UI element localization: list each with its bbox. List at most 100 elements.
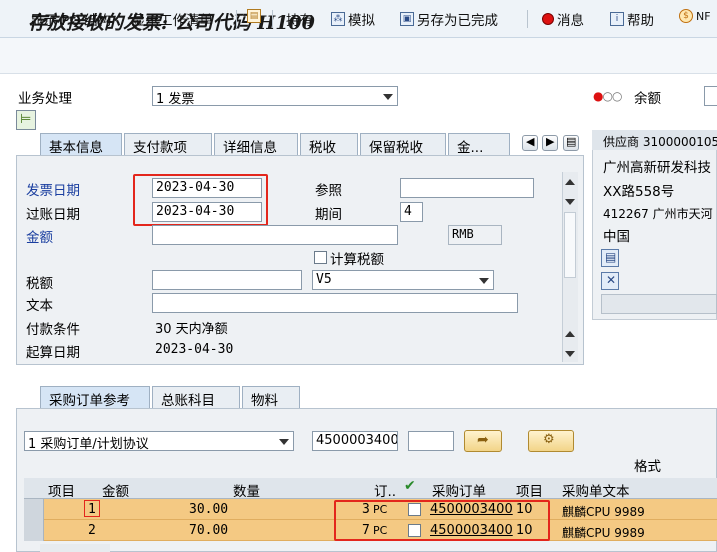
tab-tax-label: 税收 [309,140,336,156]
po-number-value: 4500003400 [316,433,398,448]
messages-button[interactable]: 消息 [542,9,584,29]
vendor-horizontal-scrollbar[interactable] [601,294,717,314]
layout-label: 格式 [634,459,661,475]
po-item-field[interactable] [408,431,454,451]
row-selectors[interactable] [24,499,44,541]
calc-tax-label: 计算税额 [330,252,384,268]
payment-terms-value: 30 天内净额 [155,322,228,337]
tab-list-button[interactable]: ▤ [563,135,579,151]
col-select-header[interactable]: ✔ [404,478,422,496]
nf-label: NF [696,9,711,23]
vendor-close-button[interactable]: ✕ [601,272,619,290]
col-item-header[interactable]: 项目 [48,480,75,500]
scroll-up-icon[interactable] [565,179,575,185]
show-po-structure-button[interactable]: 显示 PO 结构 [30,9,111,29]
scroll-down-icon[interactable] [565,351,575,357]
selection-icon: ⚙ [543,432,555,447]
po-type-select[interactable]: 1 采购订单/计划协议 [24,431,294,451]
scroll-up-icon[interactable] [565,331,575,337]
text-field[interactable] [152,293,518,313]
reference-field[interactable] [400,178,534,198]
highlight-box [84,500,100,517]
toolbar-divider [527,10,528,28]
tab-amount-more[interactable]: 金... [448,133,510,156]
tab-gl-account[interactable]: 总账科目 [152,386,240,409]
checkmark-icon: ✔ [404,478,416,494]
help-button[interactable]: i 帮助 [610,9,654,29]
grid-horizontal-scrollbar[interactable] [40,544,110,552]
clipboard-icon: ▤ [247,9,261,23]
posting-date-label: 过账日期 [26,207,80,223]
arrow-right-icon: ▶ [546,135,555,148]
col-quantity-header[interactable]: 数量 [233,480,260,500]
simulate-button[interactable]: ⁂ 模拟 [331,9,375,29]
payment-terms-label: 付款条件 [26,322,80,338]
tree-toggle-button[interactable]: ⊨ [16,110,36,130]
show-worklist-button[interactable]: 显示工作清单 [132,9,213,29]
tab-po-reference[interactable]: 采购订单参考 [40,386,150,409]
save-as-complete-button[interactable]: ▣ 另存为已完成 [400,9,498,29]
vendor-list-button[interactable]: ▤ [601,249,619,267]
scroll-thumb[interactable] [564,212,576,278]
tab-basic-data-label: 基本信息 [49,140,103,156]
col-po-text-header[interactable]: 采购单文本 [562,480,630,500]
transfer-button[interactable]: ➦ [464,430,502,452]
currency-field: RMB [448,225,502,245]
row1-amount[interactable]: 30.00 [189,502,228,517]
col-order-qty-header[interactable]: 订.. [374,480,396,500]
balance-field[interactable] [704,86,717,106]
tab-details[interactable]: 详细信息 [214,133,298,156]
vendor-country: 中国 [603,229,630,245]
tab-material-label: 物料 [251,393,278,409]
baseline-date-label: 起算日期 [26,345,80,361]
period-value: 4 [404,204,412,219]
tax-code-value: V5 [316,272,332,287]
col-po-item-header[interactable]: 项目 [516,480,543,500]
period-label: 期间 [315,207,342,223]
show-worklist-label: 显示工作清单 [132,13,213,29]
tax-amount-field[interactable] [152,270,302,290]
close-icon: ✕ [606,273,617,287]
period-field[interactable]: 4 [400,202,423,222]
save-icon: ▣ [400,12,414,26]
row2-amount[interactable]: 70.00 [189,523,228,538]
calc-tax-checkbox[interactable] [314,251,327,264]
vendor-city: 412267 广州市天河 [603,207,713,221]
row2-item: 2 [88,523,96,538]
clipboard-icon-button[interactable]: ▤ [247,9,261,23]
invoice-date-label: 发票日期 [26,183,80,199]
scroll-down-icon[interactable] [565,199,575,205]
row2-po-text: 麒麟CPU 9989 [562,526,645,540]
help-icon: i [610,12,624,26]
tab-po-reference-label: 采购订单参考 [49,393,130,409]
tax-code-select[interactable]: V5 [312,270,494,290]
help-label: 帮助 [627,13,654,29]
po-number-field[interactable]: 4500003400 [312,431,398,451]
row1-po-text: 麒麟CPU 9989 [562,505,645,519]
tab-scroll-left-button[interactable]: ◀ [522,135,538,151]
tab-withholding-tax[interactable]: 保留税收 [360,133,446,156]
tab-details-label: 详细信息 [223,140,277,156]
traffic-light-icon: ●○○ [593,89,622,103]
tab-payment[interactable]: 支付款项 [124,133,212,156]
balance-label: 余额 [634,91,661,107]
tab-list-icon: ▤ [566,135,577,148]
tab-material[interactable]: 物料 [242,386,300,409]
text-label: 文本 [26,298,53,314]
highlight-box [133,174,268,226]
col-po-header[interactable]: 采购订单 [432,480,486,500]
transaction-select[interactable]: 1 发票 [152,86,398,106]
further-selection-button[interactable]: ⚙ [528,430,574,452]
amount-field[interactable] [152,225,398,245]
hold-button[interactable]: 持有 [286,9,313,29]
nf-button[interactable]: $ NF [679,9,711,23]
toolbar-divider [272,10,273,28]
tab-scroll-right-button[interactable]: ▶ [542,135,558,151]
currency-value: RMB [452,227,474,241]
tab-tax[interactable]: 税收 [300,133,358,156]
col-amount-header[interactable]: 金额 [102,480,129,500]
highlight-box [334,500,550,541]
tab-basic-data[interactable]: 基本信息 [40,133,122,156]
amount-label: 金额 [26,230,53,246]
transaction-value: 1 发票 [156,92,195,106]
